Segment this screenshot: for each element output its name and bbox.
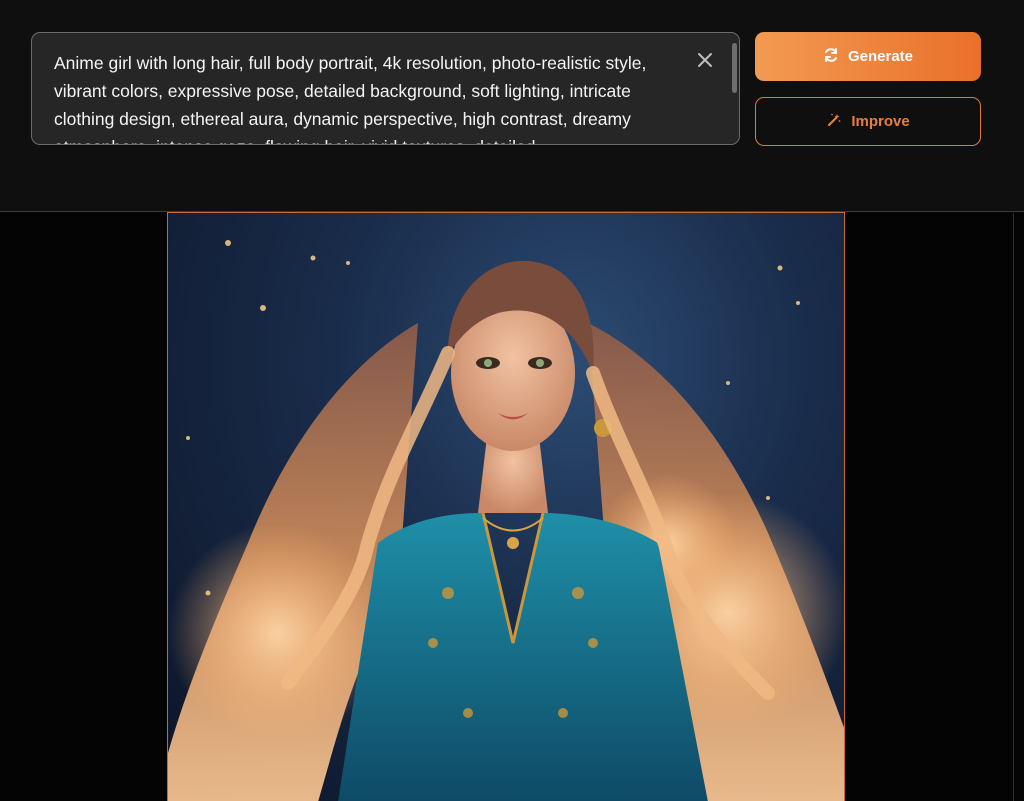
generate-label: Generate [847,48,914,65]
divider [1013,213,1014,801]
prompt-scrollbar[interactable] [732,43,737,93]
generate-button[interactable]: Generate [755,32,981,81]
generated-image-illustration [168,240,844,801]
prompt-input[interactable]: Anime girl with long hair, full body por… [31,32,740,145]
close-icon[interactable] [694,49,716,71]
prompt-toolbar: Anime girl with long hair, full body por… [0,0,1024,212]
prompt-text[interactable]: Anime girl with long hair, full body por… [54,49,694,144]
generated-image[interactable] [167,212,845,801]
improve-button[interactable]: Improve [755,97,981,146]
improve-label: Improve [851,113,910,130]
refresh-icon [823,47,839,67]
magic-wand-icon [826,112,842,132]
